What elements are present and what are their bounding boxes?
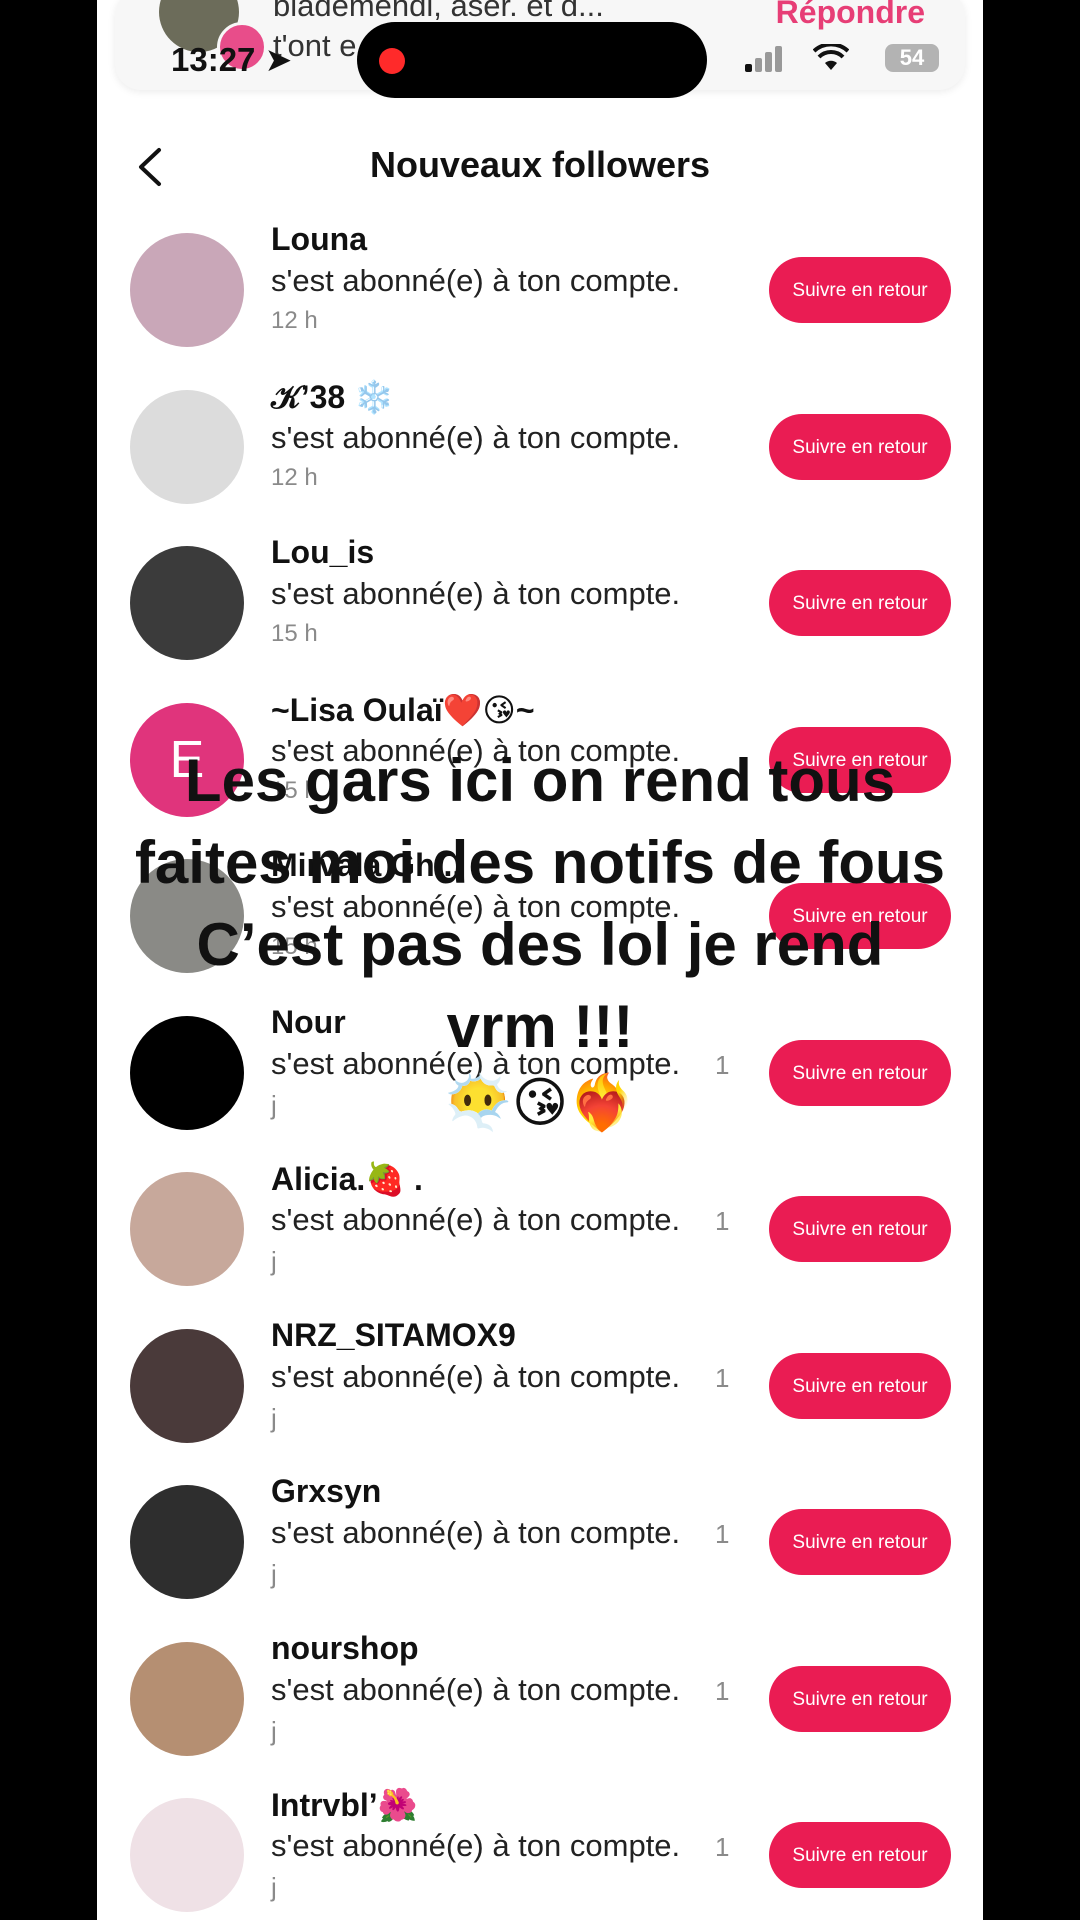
timestamp-unit: j <box>271 1402 277 1433</box>
follower-name[interactable]: Lou_is <box>271 534 374 571</box>
timestamp: 1 <box>715 1206 730 1236</box>
follow-action-text: s'est abonné(e) à ton compte. <box>271 1202 681 1237</box>
page-header: Nouveaux followers <box>97 130 983 210</box>
reply-button[interactable]: Répondre <box>776 0 925 31</box>
follower-row[interactable]: Intrvbl’🌺 s'est abonné(e) à ton compte. 1 j… <box>97 1787 983 1920</box>
follower-row[interactable]: nourshop s'est abonné(e) à ton compte. 1 j S… <box>97 1630 983 1798</box>
caption-line-2: faites moi des notifs de fous <box>134 829 946 896</box>
follower-row[interactable]: Alicia.🍓 . s'est abonné(e) à ton compte. 1… <box>97 1161 983 1328</box>
recording-indicator-icon <box>379 48 405 74</box>
follower-row[interactable]: 𝒦’38 ❄️ s'est abonné(e) à ton compte. 12 h… <box>97 379 983 546</box>
follow-back-button[interactable]: Suivre en retour <box>769 257 951 323</box>
avatar[interactable] <box>130 1641 244 1756</box>
follow-action-text: s'est abonné(e) à ton compte. <box>271 1828 681 1863</box>
avatar[interactable] <box>130 1485 244 1599</box>
follower-name[interactable]: ~Lisa Oulaï❤️😘~ <box>271 691 535 729</box>
follow-back-button[interactable]: Suivre en retour <box>769 1509 951 1575</box>
timestamp: 1 <box>715 1675 730 1706</box>
signal-icon <box>745 44 785 72</box>
follower-name[interactable]: Intrvbl’🌺 <box>271 1786 418 1824</box>
follow-back-button[interactable]: Suivre en retour <box>769 1665 951 1732</box>
timestamp: 1 <box>715 1832 730 1862</box>
follower-row[interactable]: NRZ_SITAMOX9 s'est abonné(e) à ton compte… <box>97 1317 983 1485</box>
timestamp: 1 <box>715 1519 730 1549</box>
caption-line-1: Les gars ici on rend tous <box>184 747 896 814</box>
avatar[interactable] <box>130 389 244 504</box>
timestamp-unit: j <box>271 1872 277 1902</box>
avatar[interactable] <box>130 1798 244 1912</box>
follow-back-button[interactable]: Suivre en retour <box>769 1196 951 1262</box>
follow-back-button[interactable]: Suivre en retour <box>769 1352 951 1419</box>
caption-line-4: vrm !!! <box>446 993 634 1060</box>
timestamp: 12 h <box>271 307 318 334</box>
follower-name[interactable]: Louna <box>271 221 367 258</box>
avatar[interactable] <box>130 1328 244 1443</box>
timestamp-unit: j <box>271 1715 277 1746</box>
timestamp-unit: j <box>271 1246 277 1276</box>
follow-action-text: s'est abonné(e) à ton compte. <box>271 1671 681 1707</box>
follow-back-button[interactable]: Suivre en retour <box>769 570 951 636</box>
dynamic-island <box>357 22 707 98</box>
caption-emojis: 😶‍🌫️😘❤️‍🔥 <box>444 1073 636 1133</box>
follow-action-text: s'est abonné(e) à ton compte. <box>271 1358 681 1394</box>
avatar[interactable] <box>130 1172 244 1286</box>
caption-overlay: Les gars ici on rend tous faites moi des… <box>0 740 1080 1138</box>
follower-row[interactable]: Louna s'est abonné(e) à ton compte. 12 h Su… <box>97 221 983 389</box>
follower-row[interactable]: Grxsyn s'est abonné(e) à ton compte. 1 j Sui… <box>97 1473 983 1641</box>
follow-back-button[interactable]: Suivre en retour <box>769 1822 951 1888</box>
status-time: 13:27 ➤ <box>171 41 293 78</box>
location-arrow-icon: ➤ <box>264 41 293 78</box>
follower-name[interactable]: 𝒦’38 ❄️ <box>271 378 394 417</box>
follower-name[interactable]: NRZ_SITAMOX9 <box>271 1317 516 1354</box>
follower-name[interactable]: Grxsyn <box>271 1473 381 1510</box>
timestamp-unit: j <box>271 1559 277 1589</box>
follow-action-text: s'est abonné(e) à ton compte. <box>271 419 681 455</box>
battery-icon: 54 <box>885 44 939 72</box>
follow-action-text: s'est abonné(e) à ton compte. <box>271 263 681 298</box>
follower-name[interactable]: Alicia.🍓 . <box>271 1160 423 1198</box>
wifi-icon <box>813 44 849 70</box>
page-title: Nouveaux followers <box>369 144 711 185</box>
follow-back-button[interactable]: Suivre en retour <box>769 413 951 480</box>
caption-line-3: C’est pas des lol je rend <box>196 911 884 978</box>
avatar[interactable] <box>130 233 244 347</box>
timestamp: 12 h <box>271 463 318 491</box>
follow-action-text: s'est abonné(e) à ton compte. <box>271 576 681 611</box>
timestamp: 15 h <box>271 620 318 647</box>
follower-row[interactable]: Lou_is s'est abonné(e) à ton compte. 15 h S… <box>97 534 983 702</box>
timestamp: 1 <box>715 1362 730 1393</box>
follow-action-text: s'est abonné(e) à ton compte. <box>271 1515 681 1550</box>
follower-name[interactable]: nourshop <box>271 1630 419 1667</box>
avatar[interactable] <box>130 546 244 660</box>
